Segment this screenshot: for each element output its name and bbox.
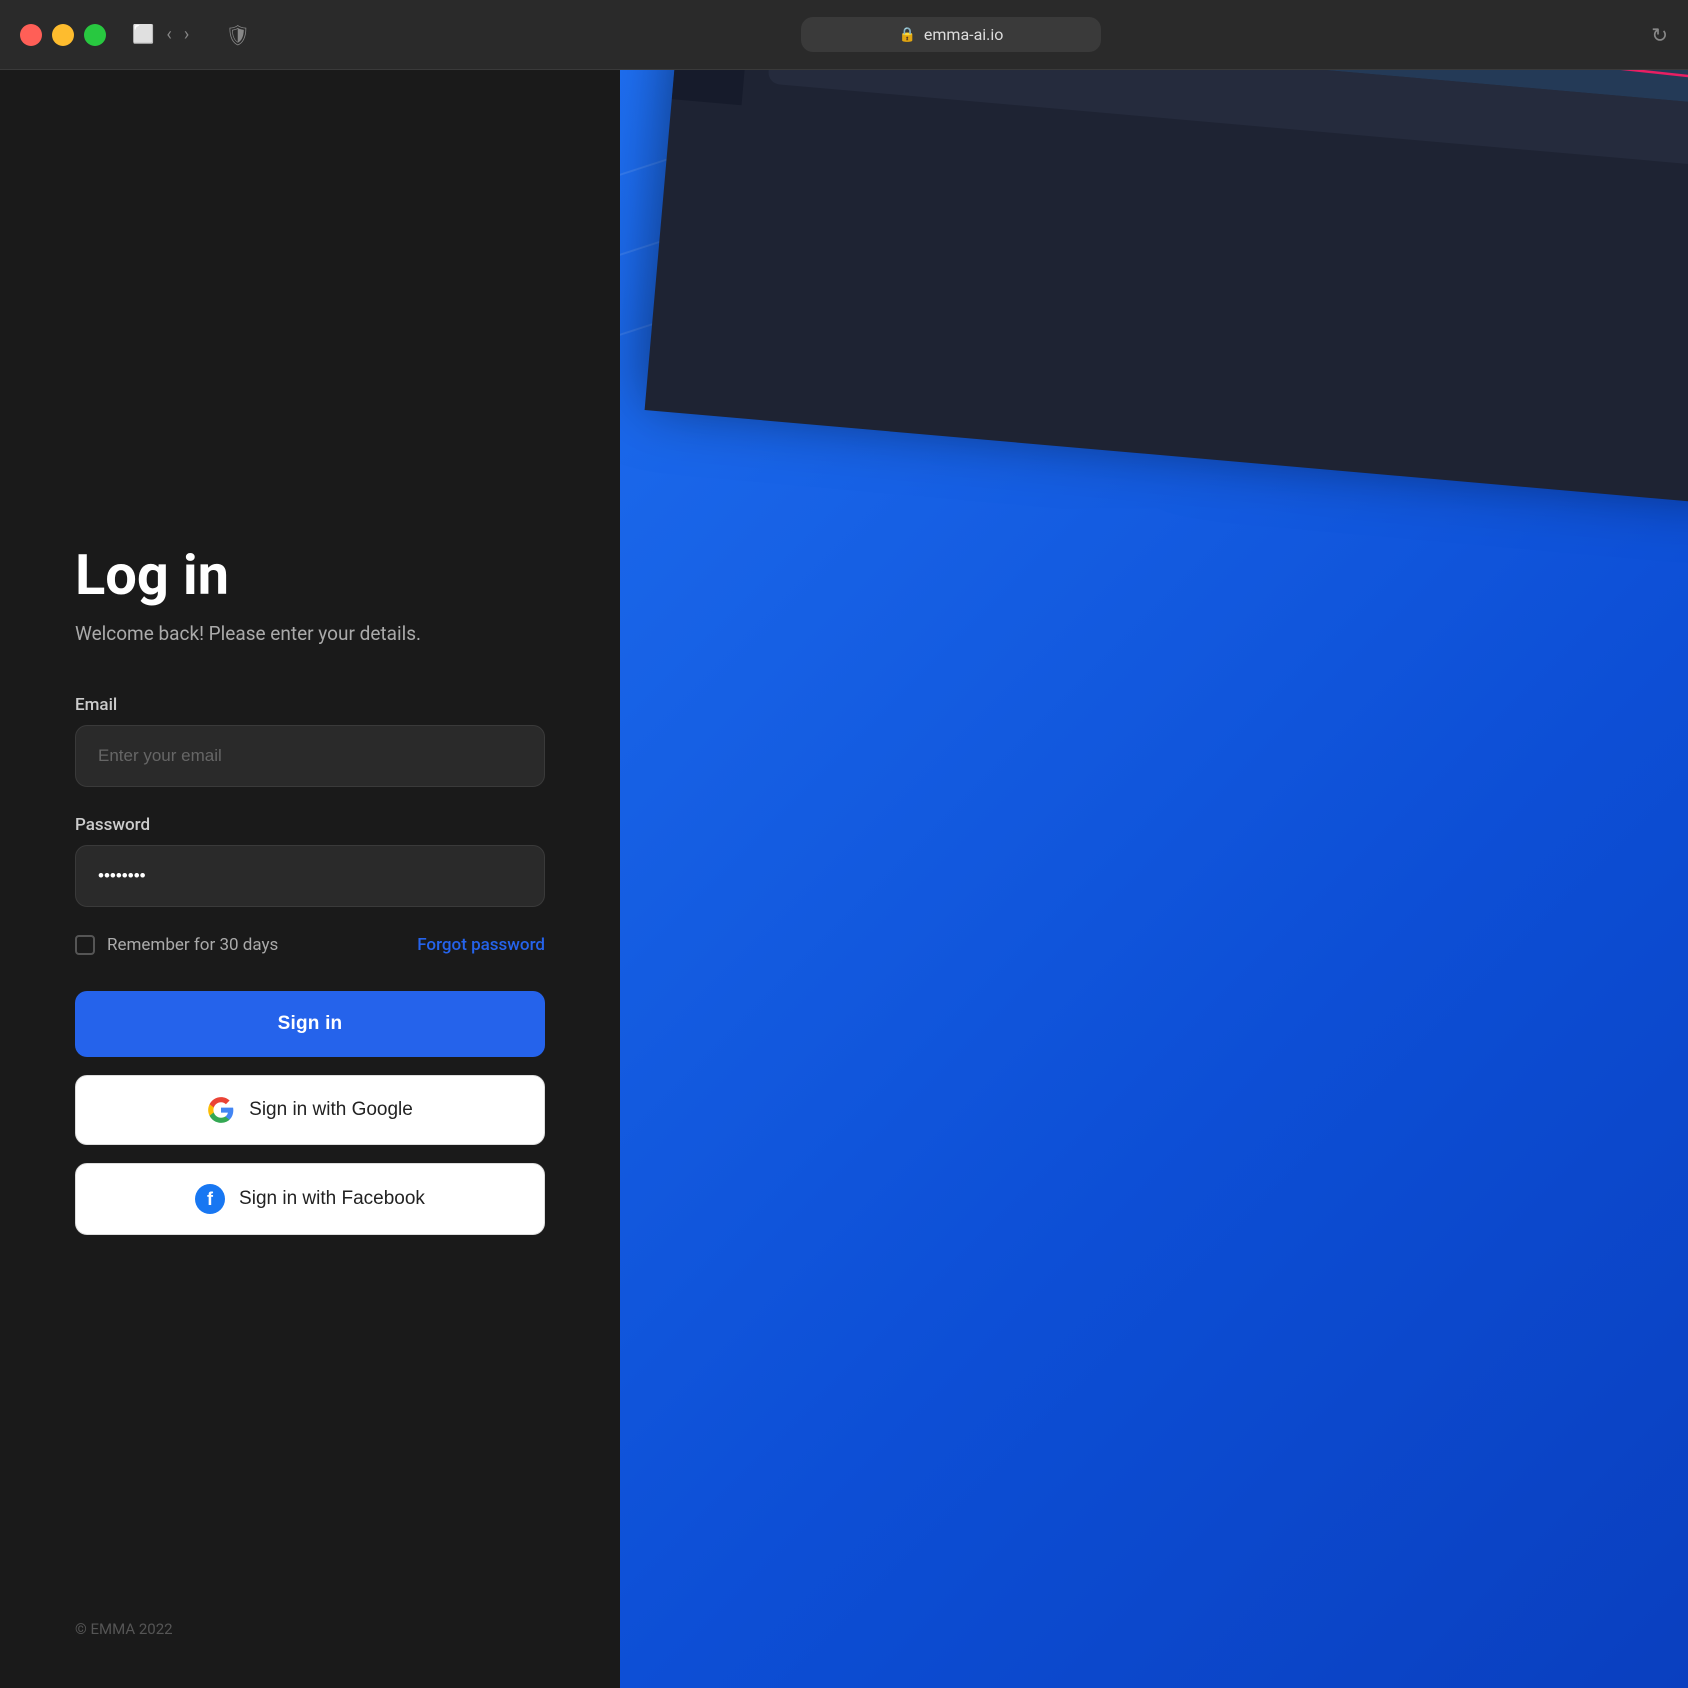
data-center-card: Data center primary connectivity utiliz.… [768,70,1688,168]
address-bar-container: 🔒 emma-ai.io [267,17,1636,52]
facebook-icon: f [195,1184,225,1214]
shield-icon: 🛡 [225,23,250,47]
refresh-icon[interactable]: ↻ [1651,23,1668,47]
facebook-btn-text: Sign in with Facebook [239,1188,425,1210]
facebook-sign-in-button[interactable]: f Sign in with Facebook [75,1163,545,1235]
traffic-lights [20,24,106,46]
sign-in-button[interactable]: Sign in [75,991,545,1057]
dashboard-main: Current WAN link utilisation WEST-2811-W… [742,70,1688,194]
remember-me-text: Remember for 30 days [107,935,278,955]
minimize-button[interactable] [52,24,74,46]
email-input[interactable] [75,725,545,787]
main-layout: Log in Welcome back! Please enter your d… [0,70,1688,1688]
google-btn-text: Sign in with Google [249,1099,413,1121]
lock-icon: 🔒 [898,27,915,43]
email-label: Email [75,695,545,715]
back-arrow-icon[interactable]: ‹ [166,24,171,45]
forgot-password-link[interactable]: Forgot password [417,935,545,955]
remember-me-label[interactable]: Remember for 30 days [75,935,278,955]
dashboard-inner: e 🔍 ⊞ 👥 👁 🔔 💬 Current WAN link utilisati… [672,70,1688,194]
browser-chrome: ⬜ ‹ › 🛡 🔒 emma-ai.io ↻ [0,0,1688,70]
footer-text: © EMMA 2022 [75,1620,173,1638]
promo-panel: e emma Simple, Secure IT Infra & Network… [620,70,1688,1688]
page-title: Log in [75,545,545,607]
login-panel: Log in Welcome back! Please enter your d… [0,70,620,1688]
address-bar[interactable]: 🔒 emma-ai.io [801,17,1101,52]
address-text: emma-ai.io [924,25,1004,44]
email-group: Email [75,695,545,787]
google-icon [207,1096,235,1124]
page-subtitle: Welcome back! Please enter your details. [75,622,545,645]
form-options: Remember for 30 days Forgot password [75,935,545,955]
promo-content: e emma Simple, Secure IT Infra & Network… [620,70,1688,389]
maximize-button[interactable] [84,24,106,46]
sidebar-toggle-icon[interactable]: ⬜ [132,24,154,45]
forward-arrow-icon[interactable]: › [184,24,189,45]
password-group: Password [75,815,545,907]
close-button[interactable] [20,24,42,46]
remember-me-checkbox[interactable] [75,935,95,955]
browser-controls: ⬜ ‹ › [132,24,189,45]
password-input[interactable] [75,845,545,907]
google-sign-in-button[interactable]: Sign in with Google [75,1075,545,1145]
login-content: Log in Welcome back! Please enter your d… [75,150,545,1608]
password-label: Password [75,815,545,835]
